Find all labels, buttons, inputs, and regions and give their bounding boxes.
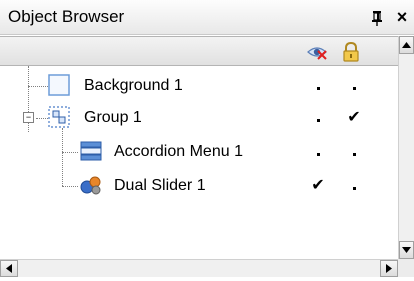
lock-dot[interactable] (346, 177, 362, 195)
column-header (0, 36, 398, 66)
visibility-dot[interactable] (310, 109, 326, 127)
panel-title: Object Browser (8, 7, 125, 26)
tree-row-label: Group 1 (84, 109, 142, 126)
arrow-right-icon (386, 264, 392, 273)
vertical-scrollbar[interactable] (398, 36, 414, 259)
object-tree: Background 1 − Group 1 ✔ Accordion Menu … (0, 66, 398, 244)
tree-row-background[interactable]: Background 1 (0, 70, 398, 102)
arrow-up-icon (402, 42, 411, 48)
accordion-menu-icon (80, 140, 102, 162)
dual-slider-icon (80, 174, 102, 196)
horizontal-scrollbar[interactable] (0, 259, 398, 277)
scrollbar-corner (398, 259, 414, 277)
arrow-down-icon (402, 247, 411, 253)
tree-row-label: Accordion Menu 1 (114, 143, 243, 160)
visibility-dot[interactable] (310, 77, 326, 95)
tree-row-group[interactable]: − Group 1 ✔ (0, 102, 398, 134)
tree-row-label: Background 1 (84, 77, 183, 94)
collapse-toggle[interactable]: − (23, 112, 34, 123)
lock-dot[interactable] (346, 77, 362, 95)
panel-title-bar[interactable]: Object Browser × (0, 0, 414, 35)
pin-icon[interactable] (369, 9, 385, 27)
padlock-icon[interactable] (340, 41, 362, 63)
eye-hidden-icon[interactable] (306, 41, 328, 63)
tree-row-accordion-menu[interactable]: Accordion Menu 1 (0, 136, 398, 168)
scroll-right-button[interactable] (380, 260, 398, 277)
scroll-up-button[interactable] (399, 36, 414, 54)
visibility-checkmark[interactable]: ✔ (310, 177, 326, 195)
lock-checkmark[interactable]: ✔ (346, 109, 362, 127)
object-browser-panel: Object Browser × Background 1 − Group 1 … (0, 0, 414, 277)
visibility-dot[interactable] (310, 143, 326, 161)
background-object-icon (48, 74, 70, 96)
close-icon[interactable]: × (393, 7, 411, 27)
scroll-left-button[interactable] (0, 260, 18, 277)
arrow-left-icon (6, 264, 12, 273)
group-icon (48, 106, 70, 128)
tree-row-dual-slider[interactable]: Dual Slider 1 ✔ (0, 170, 398, 202)
tree-row-label: Dual Slider 1 (114, 177, 206, 194)
scroll-down-button[interactable] (399, 241, 414, 259)
lock-dot[interactable] (346, 143, 362, 161)
